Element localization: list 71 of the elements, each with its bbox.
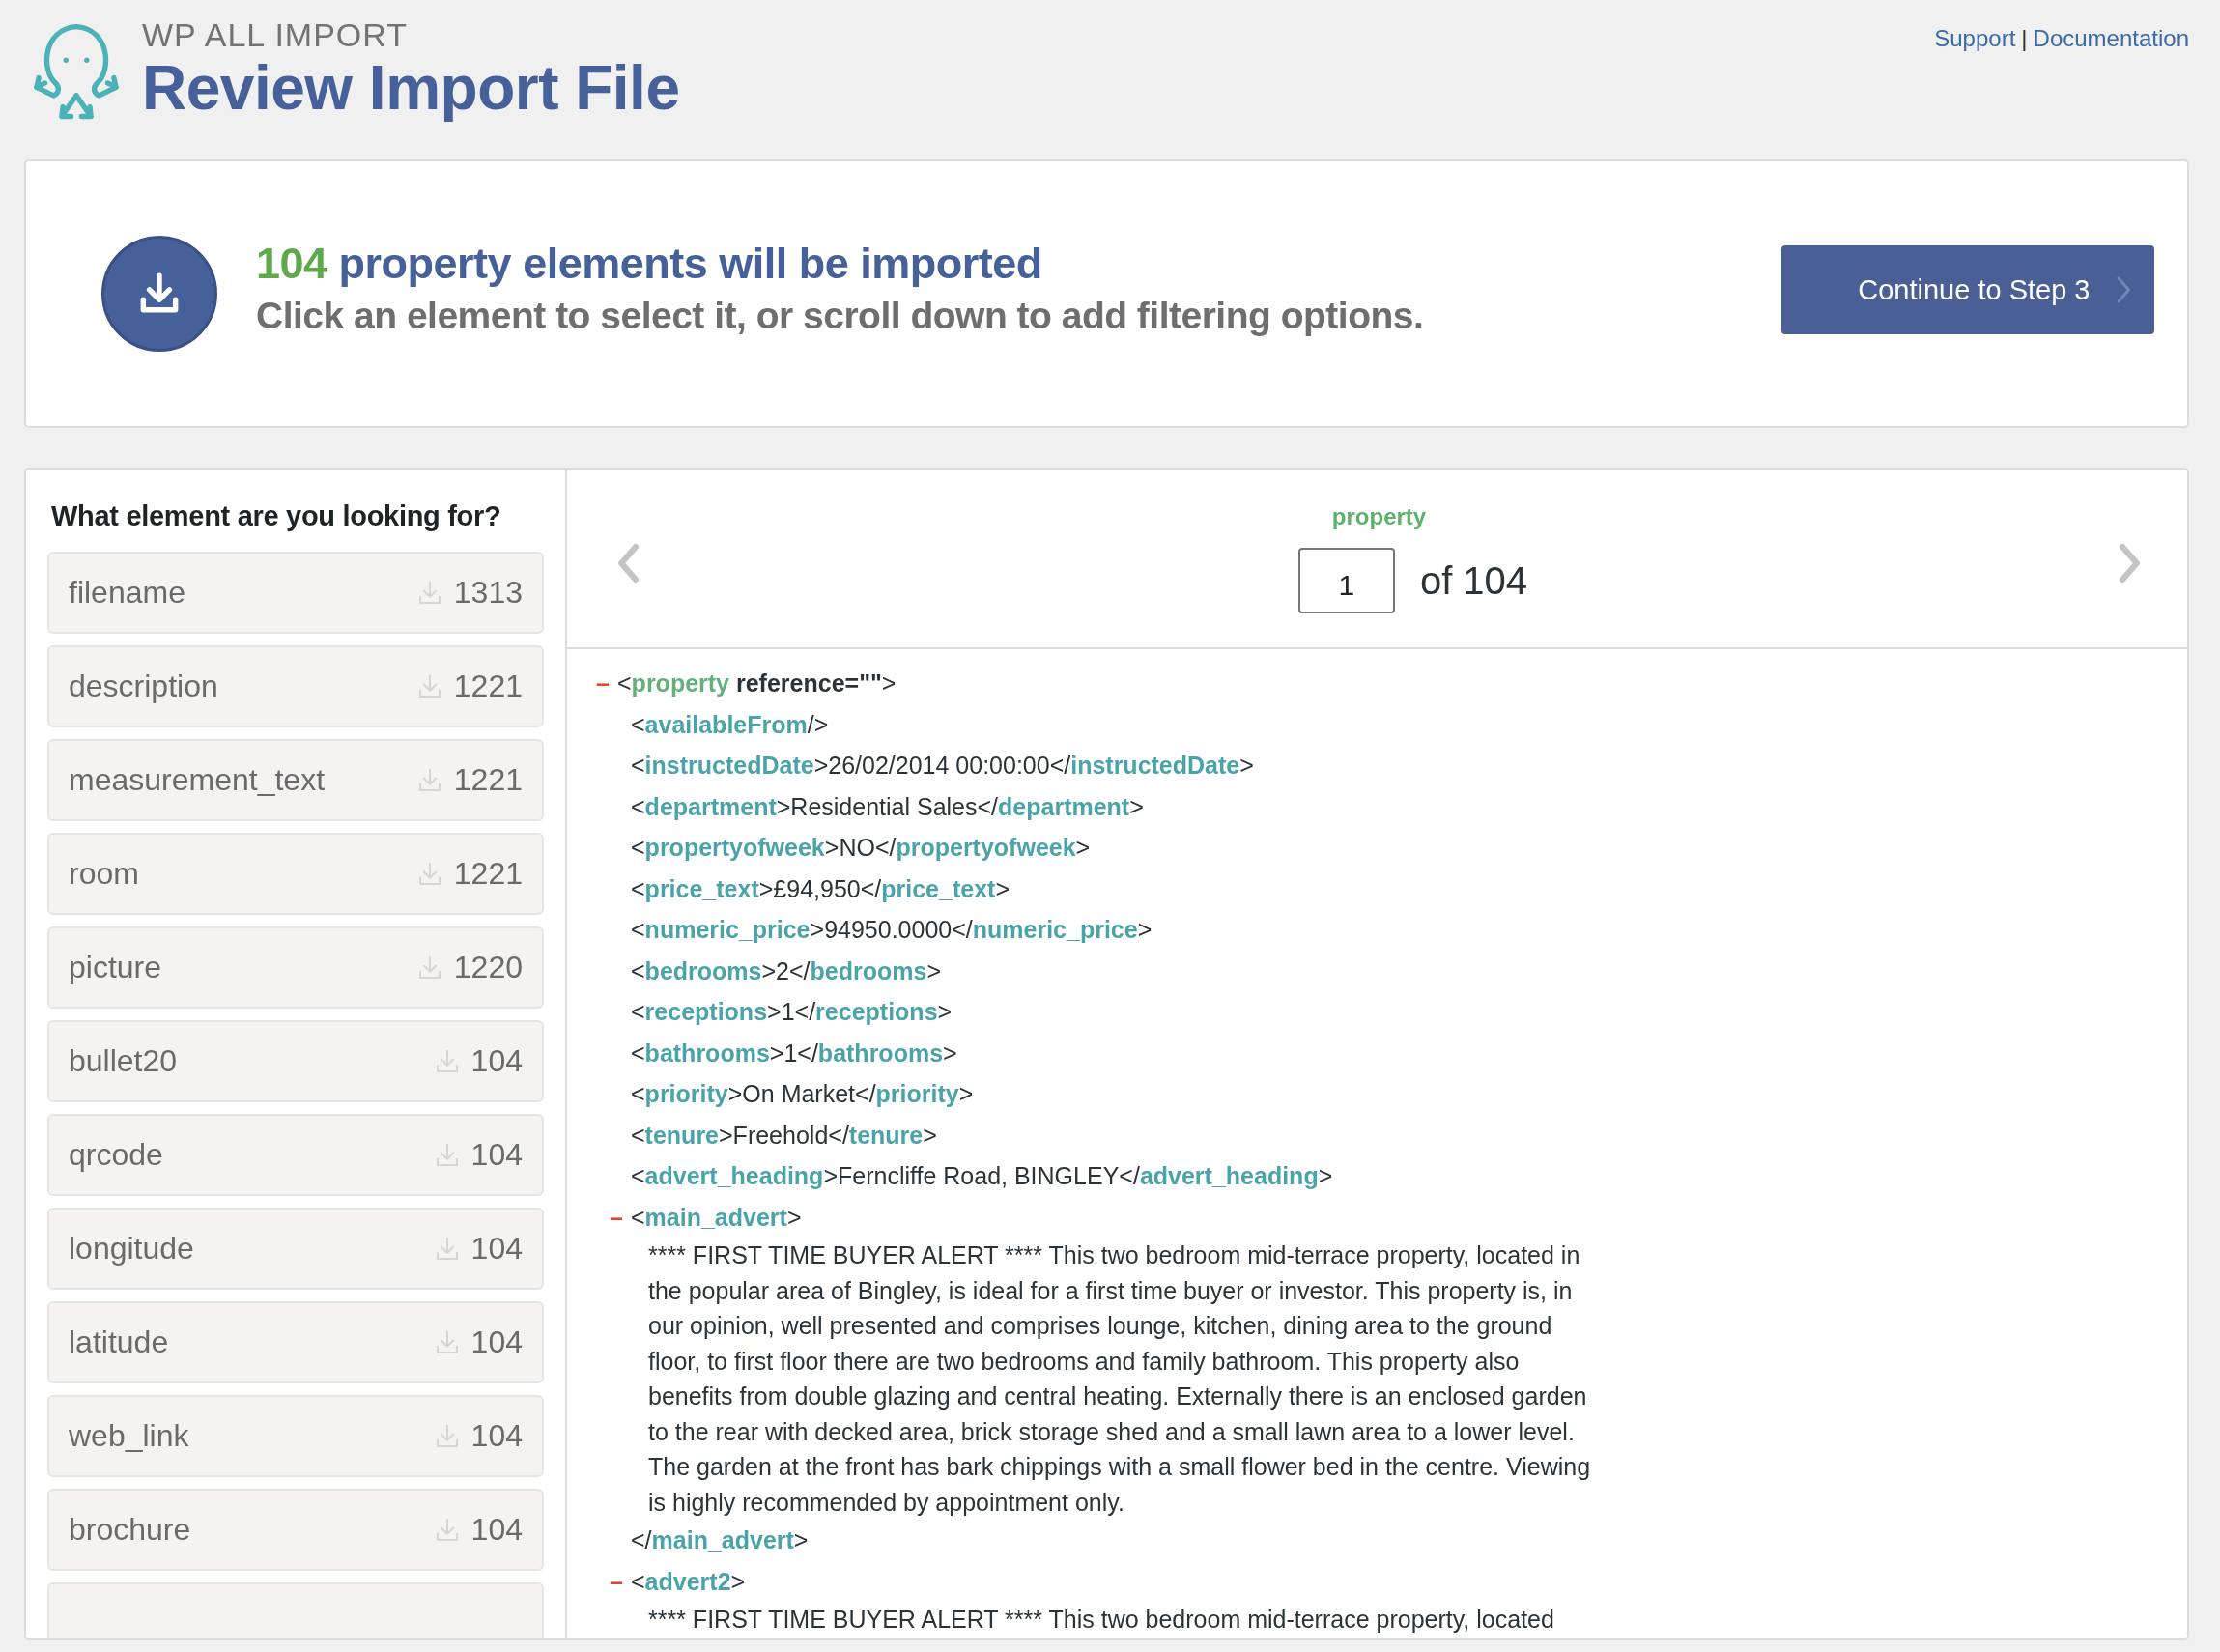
element-name: longitude: [69, 1231, 194, 1267]
element-count: 1313: [453, 575, 523, 611]
xml-line: <instructedDate>26/02/2014 00:00:00</instructedDate>: [631, 751, 1254, 781]
chevron-left-icon: [617, 543, 640, 584]
xml-line: <bedrooms>2</bedrooms>: [631, 955, 941, 986]
element-count: 104: [470, 1512, 523, 1548]
element-list-item[interactable]: room 1221: [47, 833, 544, 915]
xml-line: <property reference="">: [617, 669, 897, 698]
xml-line: <propertyofweek>NO</propertyofweek>: [631, 833, 1091, 863]
header-link[interactable]: Documentation: [2033, 25, 2189, 52]
xml-line: <priority>On Market</priority>: [631, 1079, 974, 1109]
element-count: 104: [470, 1043, 523, 1079]
xml-line: <department>Residential Sales</department>: [631, 791, 1144, 822]
link-separator: |: [2021, 25, 2028, 52]
xml-line: <numeric_price>94950.0000</numeric_price>: [631, 915, 1153, 945]
element-name: measurement_text: [69, 762, 325, 798]
import-instructions: Click an element to select it, or scroll down to add filtering options.: [256, 295, 1425, 337]
element-list-item[interactable]: picture 1220: [47, 926, 544, 1009]
xml-line: <bathrooms>1</bathrooms>: [631, 1038, 957, 1068]
element-count: 104: [470, 1324, 523, 1360]
element-list-item[interactable]: latitude 104: [47, 1301, 544, 1383]
element-count: 1221: [453, 669, 523, 704]
page-title: Review Import File: [142, 53, 680, 125]
xml-line: <advert_heading>Ferncliffe Road, BINGLEY</advert_heading>: [631, 1161, 1333, 1191]
collapse-toggle[interactable]: –: [596, 663, 617, 704]
element-count: 1220: [453, 950, 523, 985]
element-name: room: [69, 856, 139, 892]
xml-line: <receptions>1</receptions>: [631, 997, 953, 1027]
xml-line: <availableFrom/>: [631, 709, 829, 740]
element-count: 1221: [453, 762, 523, 798]
element-list-item[interactable]: description 1221: [47, 645, 544, 727]
element-text: **** FIRST TIME BUYER ALERT **** This two bedroom mid-terrace property, located in the popular area of Bingley, is ideal for a first time buyer or investor. This property is, in our opinion, well presented and comprises lounge, kitchen, dining area to the ground floor, to first floor there are two bedrooms and family bathroom. This property also benefits from double glazing and central heating. Externally there is an enclosed garden to the rear with decked area, brick storage shed and a small lawn area to a lower level. The garden at the front has bark chippings with a small flower bed in the centre. Viewing is highly recommended by appointment only.: [648, 1241, 1591, 1516]
collapse-toggle[interactable]: –: [610, 1560, 631, 1602]
next-button[interactable]: [2118, 543, 2141, 584]
chevron-right-icon: [2118, 543, 2141, 584]
element-list-item[interactable]: qrcode 104: [47, 1114, 544, 1196]
sidebar-heading: What element are you looking for?: [51, 500, 502, 532]
element-list-item[interactable]: filename 1313: [47, 552, 544, 634]
element-name: bullet20: [69, 1043, 178, 1079]
element-name: filename: [69, 575, 185, 611]
element-list-item[interactable]: web_link 104: [47, 1395, 544, 1477]
brand-name: WP ALL IMPORT: [142, 17, 409, 54]
element-list-item[interactable]: longitude 104: [47, 1208, 544, 1290]
element-name: web_link: [69, 1418, 189, 1454]
collapse-toggle[interactable]: –: [610, 1196, 631, 1238]
element-count: 104: [470, 1418, 523, 1454]
element-name: description: [69, 669, 218, 704]
element-count: 104: [470, 1137, 523, 1173]
element-name: picture: [69, 950, 162, 985]
total-count: of 104: [1419, 558, 1528, 603]
xml-line: </main_advert>: [631, 1525, 809, 1555]
element-list-item[interactable]: measurement_text 1221: [47, 739, 544, 821]
header-link[interactable]: Support: [1934, 25, 2016, 52]
index-field[interactable]: 1: [1297, 548, 1395, 613]
element-type: property: [1331, 503, 1427, 530]
chevron-right-icon: [2115, 275, 2131, 304]
previous-button[interactable]: [617, 543, 640, 584]
element-name: latitude: [69, 1324, 169, 1360]
element-count: 1221: [453, 856, 523, 892]
xml-line: <advert2>: [631, 1566, 746, 1597]
element-count: 104: [470, 1231, 523, 1267]
xml-line: <price_text>£94,950</price_text>: [631, 873, 1010, 904]
element-name: qrcode: [69, 1137, 163, 1173]
element-name: brochure: [69, 1512, 191, 1548]
xml-line: <main_advert>: [631, 1202, 802, 1233]
element-list-item[interactable]: brochure 104: [47, 1489, 544, 1571]
xml-line: <tenure>Freehold</tenure>: [631, 1120, 937, 1151]
import-headline: 104 property elements will be imported: [256, 239, 1043, 289]
element-text: **** FIRST TIME BUYER ALERT **** This two bedroom mid-terrace property, located: [648, 1606, 1554, 1633]
element-list-item[interactable]: bullet20 104: [47, 1020, 544, 1102]
continue-button[interactable]: Continue to Step 3: [1781, 245, 2154, 334]
